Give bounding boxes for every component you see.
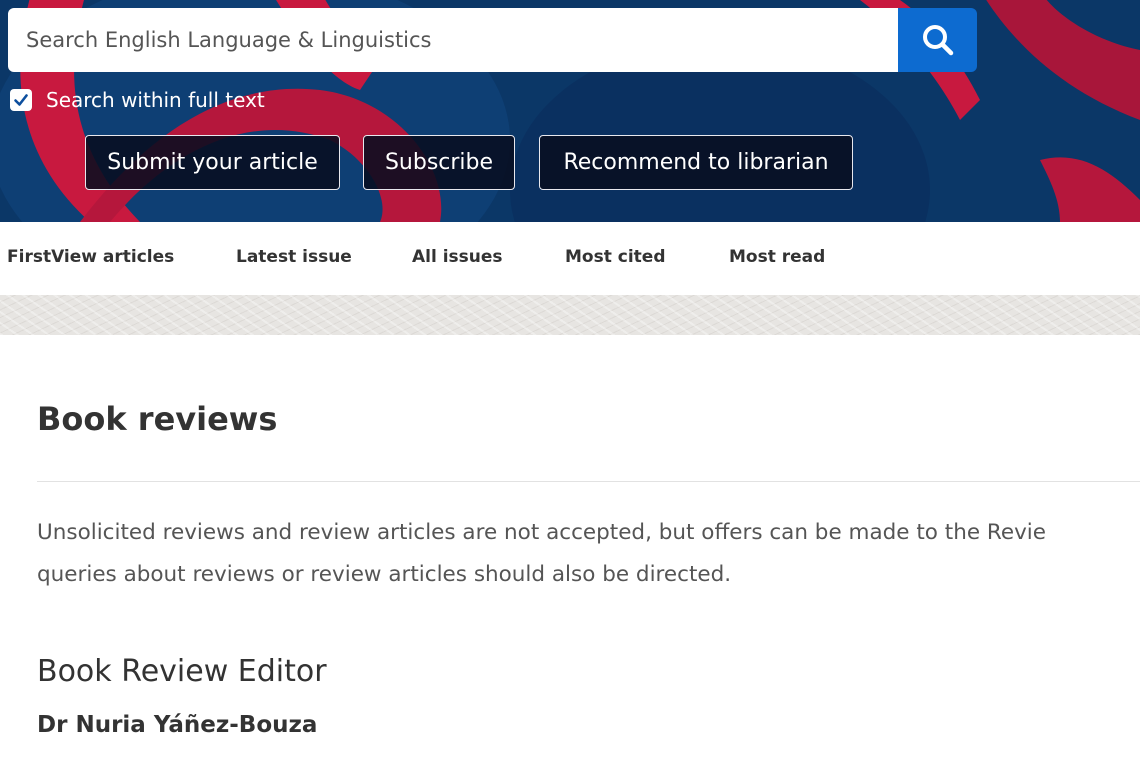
subscribe-button[interactable]: Subscribe (363, 135, 515, 190)
journal-subnav: FirstView articles Latest issue All issu… (0, 222, 1140, 295)
search-box (8, 8, 898, 72)
title-divider (37, 481, 1140, 482)
nav-most-cited[interactable]: Most cited (565, 247, 666, 267)
nav-firstview-articles[interactable]: FirstView articles (7, 247, 174, 267)
nav-most-read[interactable]: Most read (729, 247, 825, 267)
nav-latest-issue[interactable]: Latest issue (236, 247, 352, 267)
journal-banner: Search within full text Submit your arti… (0, 0, 1140, 222)
section-heading: Book Review Editor (37, 654, 327, 689)
fulltext-checkbox[interactable] (10, 89, 32, 111)
recommend-librarian-button[interactable]: Recommend to librarian (539, 135, 853, 190)
editor-name: Dr Nuria Yáñez-Bouza (37, 712, 318, 738)
intro-line: queries about reviews or review articles… (37, 562, 732, 587)
fulltext-label[interactable]: Search within full text (46, 88, 265, 112)
search-button[interactable] (898, 8, 977, 72)
search-input[interactable] (24, 27, 898, 53)
search-icon (922, 25, 953, 56)
intro-paragraph: Unsolicited reviews and review articles … (37, 512, 1140, 596)
page-title: Book reviews (37, 400, 278, 438)
nav-all-issues[interactable]: All issues (412, 247, 503, 267)
submit-article-button[interactable]: Submit your article (85, 135, 340, 190)
decorative-texture-strip (0, 295, 1140, 335)
search-fulltext-option: Search within full text (10, 88, 265, 112)
checkmark-icon (14, 94, 28, 106)
intro-line: Unsolicited reviews and review articles … (37, 520, 1047, 545)
